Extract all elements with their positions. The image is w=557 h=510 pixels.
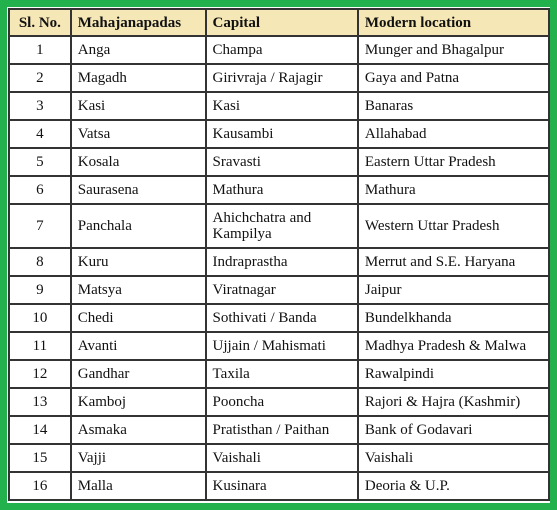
table-row: 14 Asmaka Pratisthan / Paithan Bank of Goda… <box>8 415 551 445</box>
mahajanapadas-table: Sl. No. Mahajanapadas Capital Modern loc… <box>8 8 551 501</box>
cell-sl-no: 11 <box>8 331 72 361</box>
table-row: 2 Magadh Girivraja / Rajagir Gaya and Patna <box>8 63 551 93</box>
cell-mahajanapada: Saurasena <box>69 175 207 205</box>
cell-modern-location: Merrut and S.E. Haryana <box>356 247 551 277</box>
cell-sl-no: 14 <box>8 415 72 445</box>
cell-capital: Pratisthan / Paithan <box>204 415 359 445</box>
table-row: 12 Gandhar Taxila Rawalpindi <box>8 359 551 389</box>
cell-modern-location: Rajori & Hajra (Kashmir) <box>356 387 551 417</box>
cell-sl-no: 1 <box>8 35 72 65</box>
cell-sl-no: 2 <box>8 63 72 93</box>
cell-sl-no: 3 <box>8 91 72 121</box>
cell-sl-no: 9 <box>8 275 72 305</box>
cell-modern-location: Munger and Bhagalpur <box>356 35 551 65</box>
cell-mahajanapada: Vatsa <box>69 119 207 149</box>
cell-sl-no: 6 <box>8 175 72 205</box>
cell-modern-location: Eastern Uttar Pradesh <box>356 147 551 177</box>
table-row: 1 Anga Champa Munger and Bhagalpur <box>8 35 551 65</box>
table-row: 15 Vajji Vaishali Vaishali <box>8 443 551 473</box>
cell-capital: Champa <box>204 35 359 65</box>
cell-mahajanapada: Chedi <box>69 303 207 333</box>
cell-sl-no: 15 <box>8 443 72 473</box>
cell-capital: Mathura <box>204 175 359 205</box>
cell-modern-location: Deoria & U.P. <box>356 471 551 501</box>
table-row: 16 Malla Kusinara Deoria & U.P. <box>8 471 551 501</box>
cell-mahajanapada: Avanti <box>69 331 207 361</box>
cell-sl-no: 8 <box>8 247 72 277</box>
cell-capital: Indraprastha <box>204 247 359 277</box>
cell-mahajanapada: Kosala <box>69 147 207 177</box>
table-row: 10 Chedi Sothivati / Banda Bundelkhanda <box>8 303 551 333</box>
cell-mahajanapada: Kamboj <box>69 387 207 417</box>
cell-sl-no: 5 <box>8 147 72 177</box>
cell-modern-location: Allahabad <box>356 119 551 149</box>
cell-modern-location: Jaipur <box>356 275 551 305</box>
cell-mahajanapada: Anga <box>69 35 207 65</box>
cell-capital: Kusinara <box>204 471 359 501</box>
cell-modern-location: Vaishali <box>356 443 551 473</box>
cell-mahajanapada: Kuru <box>69 247 207 277</box>
header-mahajanapadas: Mahajanapadas <box>69 8 207 37</box>
table-row: 7 Panchala Ahichchatra and Kampilya Western… <box>8 203 551 249</box>
cell-sl-no: 10 <box>8 303 72 333</box>
cell-capital: Viratnagar <box>204 275 359 305</box>
cell-sl-no: 4 <box>8 119 72 149</box>
cell-sl-no: 12 <box>8 359 72 389</box>
table-row: 9 Matsya Viratnagar Jaipur <box>8 275 551 305</box>
cell-mahajanapada: Malla <box>69 471 207 501</box>
cell-capital: Sothivati / Banda <box>204 303 359 333</box>
cell-modern-location: Western Uttar Pradesh <box>356 203 551 249</box>
cell-capital: Ujjain / Mahismati <box>204 331 359 361</box>
cell-modern-location: Banaras <box>356 91 551 121</box>
table-row: 4 Vatsa Kausambi Allahabad <box>8 119 551 149</box>
cell-mahajanapada: Kasi <box>69 91 207 121</box>
cell-modern-location: Madhya Pradesh & Malwa <box>356 331 551 361</box>
header-capital: Capital <box>204 8 359 37</box>
table-row: 3 Kasi Kasi Banaras <box>8 91 551 121</box>
header-sl-no: Sl. No. <box>8 8 72 37</box>
cell-modern-location: Bundelkhanda <box>356 303 551 333</box>
cell-sl-no: 7 <box>8 203 72 249</box>
cell-capital: Girivraja / Rajagir <box>204 63 359 93</box>
cell-capital: Kausambi <box>204 119 359 149</box>
header-modern-location: Modern location <box>356 8 551 37</box>
cell-mahajanapada: Matsya <box>69 275 207 305</box>
cell-mahajanapada: Vajji <box>69 443 207 473</box>
cell-sl-no: 13 <box>8 387 72 417</box>
cell-mahajanapada: Magadh <box>69 63 207 93</box>
cell-capital: Ahichchatra and Kampilya <box>204 203 359 249</box>
cell-modern-location: Mathura <box>356 175 551 205</box>
cell-modern-location: Gaya and Patna <box>356 63 551 93</box>
cell-mahajanapada: Gandhar <box>69 359 207 389</box>
table-row: 11 Avanti Ujjain / Mahismati Madhya Pradesh… <box>8 331 551 361</box>
cell-capital: Sravasti <box>204 147 359 177</box>
header-row: Sl. No. Mahajanapadas Capital Modern loc… <box>8 8 551 37</box>
cell-capital: Kasi <box>204 91 359 121</box>
table-row: 8 Kuru Indraprastha Merrut and S.E. Haryana <box>8 247 551 277</box>
table-frame: Sl. No. Mahajanapadas Capital Modern loc… <box>0 0 557 510</box>
cell-capital: Taxila <box>204 359 359 389</box>
cell-modern-location: Bank of Godavari <box>356 415 551 445</box>
table-row: 5 Kosala Sravasti Eastern Uttar Pradesh <box>8 147 551 177</box>
table-row: 13 Kamboj Pooncha Rajori & Hajra (Kashmir) <box>8 387 551 417</box>
cell-sl-no: 16 <box>8 471 72 501</box>
cell-modern-location: Rawalpindi <box>356 359 551 389</box>
cell-mahajanapada: Panchala <box>69 203 207 249</box>
cell-capital: Pooncha <box>204 387 359 417</box>
cell-capital: Vaishali <box>204 443 359 473</box>
cell-mahajanapada: Asmaka <box>69 415 207 445</box>
table-row: 6 Saurasena Mathura Mathura <box>8 175 551 205</box>
